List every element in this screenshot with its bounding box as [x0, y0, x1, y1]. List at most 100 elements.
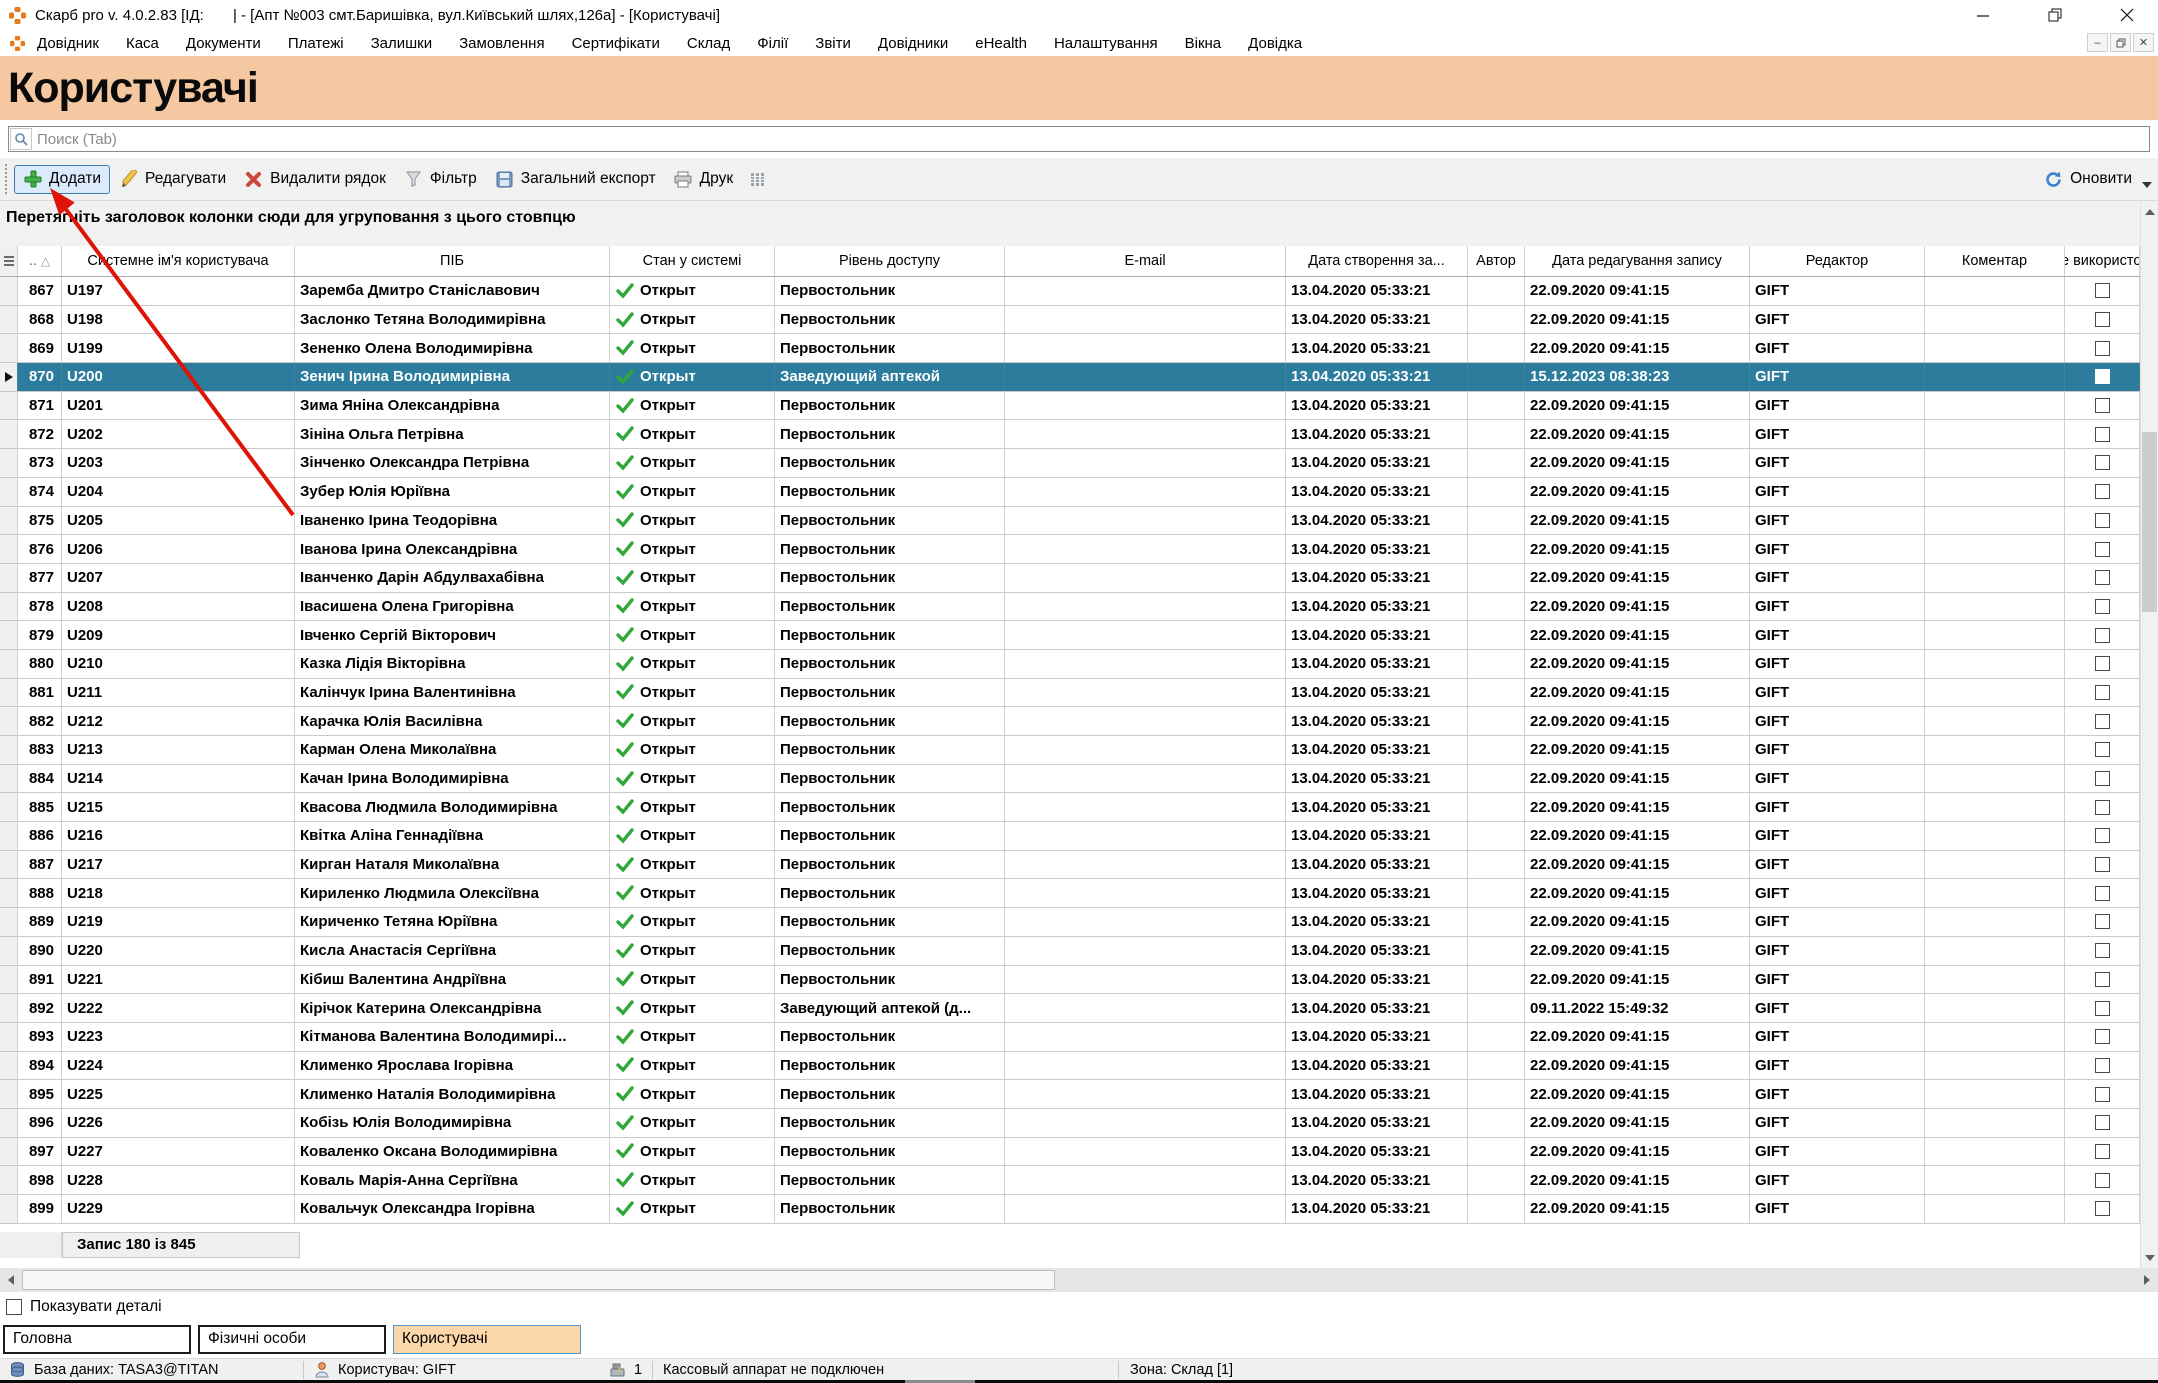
not-used-checkbox[interactable]	[2095, 742, 2110, 757]
menu-item-замовлення[interactable]: Замовлення	[459, 35, 544, 52]
table-row[interactable]: 889U219Кириченко Тетяна ЮріївнаОткрытПер…	[0, 908, 2140, 937]
not-used-checkbox[interactable]	[2095, 1087, 2110, 1102]
menu-item-ehealth[interactable]: eHealth	[975, 35, 1027, 52]
scroll-right-icon[interactable]	[2136, 1268, 2158, 1292]
column-header-comment[interactable]: Коментар	[1925, 246, 2065, 276]
toolbar-overflow-icon[interactable]	[2142, 182, 2152, 188]
table-row[interactable]: 878U208Івасишена Олена ГригорівнаОткрытП…	[0, 593, 2140, 622]
table-row[interactable]: 879U209Івченко Сергій ВікторовичОткрытПе…	[0, 621, 2140, 650]
not-used-checkbox[interactable]	[2095, 714, 2110, 729]
not-used-checkbox[interactable]	[2095, 1173, 2110, 1188]
not-used-checkbox[interactable]	[2095, 341, 2110, 356]
menu-item-довідник[interactable]: Довідник	[37, 35, 99, 52]
not-used-checkbox[interactable]	[2095, 455, 2110, 470]
not-used-checkbox[interactable]	[2095, 369, 2110, 384]
print-button[interactable]: Друк	[665, 165, 742, 194]
table-row[interactable]: 871U201Зима Яніна ОлександрівнаОткрытПер…	[0, 392, 2140, 421]
menu-item-філії[interactable]: Філії	[757, 35, 788, 52]
add-button[interactable]: Додати	[14, 165, 110, 194]
table-row[interactable]: 893U223Кітманова Валентина Володимирі...…	[0, 1023, 2140, 1052]
search-input[interactable]	[8, 126, 2150, 152]
not-used-checkbox[interactable]	[2095, 427, 2110, 442]
edit-button[interactable]: Редагувати	[110, 165, 235, 194]
table-row[interactable]: 869U199Зененко Олена ВолодимирівнаОткрыт…	[0, 334, 2140, 363]
table-row[interactable]: 867U197Заремба Дмитро СтаніславовичОткры…	[0, 277, 2140, 306]
not-used-checkbox[interactable]	[2095, 1115, 2110, 1130]
export-button[interactable]: Загальний експорт	[486, 165, 665, 194]
table-row[interactable]: 883U213Карман Олена МиколаївнаОткрытПерв…	[0, 736, 2140, 765]
scroll-up-icon[interactable]	[2141, 202, 2158, 222]
refresh-button[interactable]: Оновити	[2044, 170, 2132, 189]
not-used-checkbox[interactable]	[2095, 312, 2110, 327]
minimize-button[interactable]	[1970, 4, 1996, 26]
menu-item-платежі[interactable]: Платежі	[288, 35, 344, 52]
scroll-down-icon[interactable]	[2141, 1248, 2158, 1268]
not-used-checkbox[interactable]	[2095, 972, 2110, 987]
column-header-editor[interactable]: Редактор	[1750, 246, 1925, 276]
table-row[interactable]: 876U206Іванова Ірина ОлександрівнаОткрыт…	[0, 535, 2140, 564]
menu-item-довідка[interactable]: Довідка	[1248, 35, 1302, 52]
table-row[interactable]: 881U211Калінчук Ірина ВалентинівнаОткрыт…	[0, 679, 2140, 708]
table-row[interactable]: 899U229Ковальчук Олександра ІгорівнаОткр…	[0, 1195, 2140, 1224]
not-used-checkbox[interactable]	[2095, 542, 2110, 557]
menu-item-налаштування[interactable]: Налаштування	[1054, 35, 1158, 52]
not-used-checkbox[interactable]	[2095, 943, 2110, 958]
menu-item-вікна[interactable]: Вікна	[1185, 35, 1222, 52]
show-details-checkbox[interactable]	[6, 1299, 22, 1315]
menu-item-сертифікати[interactable]: Сертифікати	[572, 35, 660, 52]
column-header-name[interactable]: ПІБ	[295, 246, 610, 276]
table-row[interactable]: 877U207Іванченко Дарін АбдулвахабівнаОтк…	[0, 564, 2140, 593]
table-row[interactable]: 888U218Кириленко Людмила ОлексіївнаОткры…	[0, 879, 2140, 908]
table-row[interactable]: 891U221Кібиш Валентина АндріївнаОткрытПе…	[0, 966, 2140, 995]
not-used-checkbox[interactable]	[2095, 1029, 2110, 1044]
bottom-tab-головна[interactable]: Головна	[3, 1325, 191, 1354]
menu-item-залишки[interactable]: Залишки	[371, 35, 433, 52]
not-used-checkbox[interactable]	[2095, 570, 2110, 585]
vertical-scrollbar[interactable]	[2140, 202, 2158, 1268]
table-row[interactable]: 870U200Зенич Ірина ВолодимирівнаОткрытЗа…	[0, 363, 2140, 392]
table-row[interactable]: 897U227Коваленко Оксана ВолодимирівнаОтк…	[0, 1138, 2140, 1167]
table-row[interactable]: 887U217Кирган Наталя МиколаївнаОткрытПер…	[0, 851, 2140, 880]
not-used-checkbox[interactable]	[2095, 599, 2110, 614]
table-row[interactable]: 875U205Іваненко Ірина ТеодорівнаОткрытПе…	[0, 507, 2140, 536]
columns-icon[interactable]	[748, 170, 767, 189]
not-used-checkbox[interactable]	[2095, 771, 2110, 786]
table-row[interactable]: 885U215Квасова Людмила ВолодимирівнаОткр…	[0, 793, 2140, 822]
not-used-checkbox[interactable]	[2095, 886, 2110, 901]
column-header-state[interactable]: Стан у системі	[610, 246, 775, 276]
table-row[interactable]: 880U210Казка Лідія ВікторівнаОткрытПерво…	[0, 650, 2140, 679]
not-used-checkbox[interactable]	[2095, 857, 2110, 872]
horizontal-scrollbar[interactable]	[0, 1268, 2158, 1292]
menu-item-довідники[interactable]: Довідники	[878, 35, 948, 52]
mdi-minimize-button[interactable]: –	[2087, 33, 2108, 52]
not-used-checkbox[interactable]	[2095, 484, 2110, 499]
scroll-left-icon[interactable]	[0, 1268, 22, 1292]
menu-item-документи[interactable]: Документи	[186, 35, 261, 52]
table-row[interactable]: 896U226Кобізь Юлія ВолодимирівнаОткрытПе…	[0, 1109, 2140, 1138]
restore-button[interactable]	[2042, 4, 2068, 26]
column-header-level[interactable]: Рівень доступу	[775, 246, 1005, 276]
column-chooser-icon[interactable]	[0, 246, 18, 276]
table-row[interactable]: 892U222Кірічок Катерина ОлександрівнаОтк…	[0, 994, 2140, 1023]
not-used-checkbox[interactable]	[2095, 398, 2110, 413]
table-row[interactable]: 882U212Карачка Юлія ВасилівнаОткрытПерво…	[0, 707, 2140, 736]
table-row[interactable]: 872U202Зініна Ольга ПетрівнаОткрытПервос…	[0, 420, 2140, 449]
not-used-checkbox[interactable]	[2095, 628, 2110, 643]
filter-button[interactable]: Фільтр	[395, 165, 486, 194]
menu-item-звіти[interactable]: Звіти	[815, 35, 851, 52]
table-row[interactable]: 898U228Коваль Марія-Анна СергіївнаОткрыт…	[0, 1166, 2140, 1195]
mdi-close-button[interactable]: ✕	[2133, 33, 2154, 52]
bottom-tab-користувачі[interactable]: Користувачі	[393, 1325, 581, 1354]
column-header-email[interactable]: E-mail	[1005, 246, 1286, 276]
not-used-checkbox[interactable]	[2095, 828, 2110, 843]
not-used-checkbox[interactable]	[2095, 283, 2110, 298]
vertical-scroll-thumb[interactable]	[2142, 432, 2157, 612]
column-header-num[interactable]: ..△	[18, 246, 62, 276]
table-row[interactable]: 873U203Зінченко Олександра ПетрівнаОткры…	[0, 449, 2140, 478]
table-row[interactable]: 895U225Клименко Наталія ВолодимирівнаОтк…	[0, 1080, 2140, 1109]
delete-row-button[interactable]: Видалити рядок	[235, 165, 395, 194]
not-used-checkbox[interactable]	[2095, 1001, 2110, 1016]
table-row[interactable]: 884U214Качан Ірина ВолодимирівнаОткрытПе…	[0, 765, 2140, 794]
toolbar-grip[interactable]	[5, 164, 10, 194]
not-used-checkbox[interactable]	[2095, 800, 2110, 815]
